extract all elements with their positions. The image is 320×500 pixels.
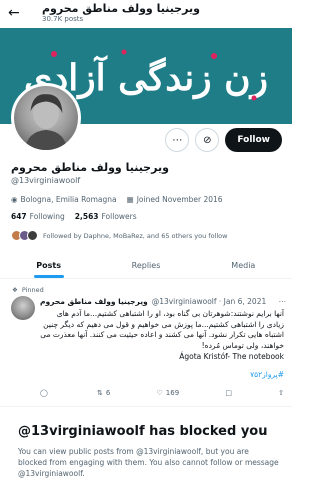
more-icon[interactable]: ⋯ xyxy=(279,297,287,306)
follow-button[interactable]: Follow xyxy=(225,128,282,152)
tweet-header: ویرجینیا وولف مناطق محروم @13virginiawoo… xyxy=(40,297,286,306)
heart-icon: ♡ xyxy=(156,389,163,397)
retweet-button[interactable]: ⇅ 6 xyxy=(97,389,110,397)
tweet-actions: ◯ ⇅ 6 ♡ 169 □ ⇧ xyxy=(40,389,284,397)
tweet-hashtag[interactable]: #پرواز۷۵۲ xyxy=(250,370,284,379)
tweet-handle-date[interactable]: @13virginiawoolf · Jan 6, 2021 xyxy=(152,297,267,306)
avatar[interactable] xyxy=(11,83,81,153)
grok-icon: ⊘ xyxy=(203,134,212,146)
share-icon: ⇧ xyxy=(278,389,284,397)
bookmark-button[interactable]: □ xyxy=(225,389,232,397)
profile-handle: @13virginiawoolf xyxy=(11,176,81,185)
arrow-left-icon[interactable]: ← xyxy=(8,6,20,20)
follow-counts: 647 Following 2,563 Followers xyxy=(11,212,137,221)
followed-by-text: Followed by Daphne, MoBaRez, and 65 othe… xyxy=(43,231,228,240)
avatar xyxy=(27,230,38,241)
tweet-signature: Ágota Kristóf- The notebook xyxy=(179,352,284,361)
posts-count: 30.7K posts xyxy=(42,15,84,23)
divider xyxy=(0,406,292,407)
profile-tabs: Posts Replies Media xyxy=(0,253,292,279)
profile-joined: Joined November 2016 xyxy=(136,195,223,204)
tab-replies[interactable]: Replies xyxy=(97,253,194,278)
follower-avatars xyxy=(11,230,38,241)
profile-location: Bologna, Emilia Romagna xyxy=(20,195,117,204)
location-icon: ◉ xyxy=(11,195,18,204)
avatar-portrait xyxy=(24,94,68,150)
more-icon: ⋯ xyxy=(172,134,183,146)
like-button[interactable]: ♡ 169 xyxy=(157,389,180,397)
pin-icon: ❖ xyxy=(12,286,18,294)
share-button[interactable]: ⇧ xyxy=(278,389,284,397)
tweet-author-name[interactable]: ویرجینیا وولف مناطق محروم xyxy=(40,297,148,306)
profile-name: ویرجینیا وولف مناطق محروم xyxy=(11,161,169,174)
following-link[interactable]: 647 Following xyxy=(11,212,65,221)
more-button[interactable]: ⋯ xyxy=(165,128,190,152)
followers-link[interactable]: 2,563 Followers xyxy=(75,212,137,221)
calendar-icon: ▦ xyxy=(126,195,134,204)
grok-button[interactable]: ⊘ xyxy=(195,128,220,152)
blocked-message: You can view public posts from @13virgin… xyxy=(18,447,279,478)
pinned-label: ❖ Pinned xyxy=(12,286,44,294)
tab-media[interactable]: Media xyxy=(195,253,292,278)
tweet-text: آنها برایم نوشتند:شوهرتان بی گناه بود، ا… xyxy=(40,309,284,350)
header-title: ویرجینیا وولف مناطق محروم xyxy=(42,2,200,15)
tab-posts[interactable]: Posts xyxy=(0,253,97,278)
profile-meta: ◉ Bologna, Emilia Romagna ▦ Joined Novembe… xyxy=(11,195,223,204)
tweet-avatar[interactable] xyxy=(11,296,35,320)
top-bar: ← ویرجینیا وولف مناطق محروم 30.7K posts xyxy=(0,0,292,28)
bookmark-icon: □ xyxy=(225,389,232,397)
reply-icon: ◯ xyxy=(40,389,48,397)
retweet-icon: ⇅ xyxy=(97,389,103,397)
profile-actions: ⋯ ⊘ Follow xyxy=(165,128,282,152)
blocked-title: @13virginiawoolf has blocked you xyxy=(18,424,268,439)
followed-by[interactable]: Followed by Daphne, MoBaRez, and 65 othe… xyxy=(11,230,227,241)
reply-button[interactable]: ◯ xyxy=(40,389,51,397)
